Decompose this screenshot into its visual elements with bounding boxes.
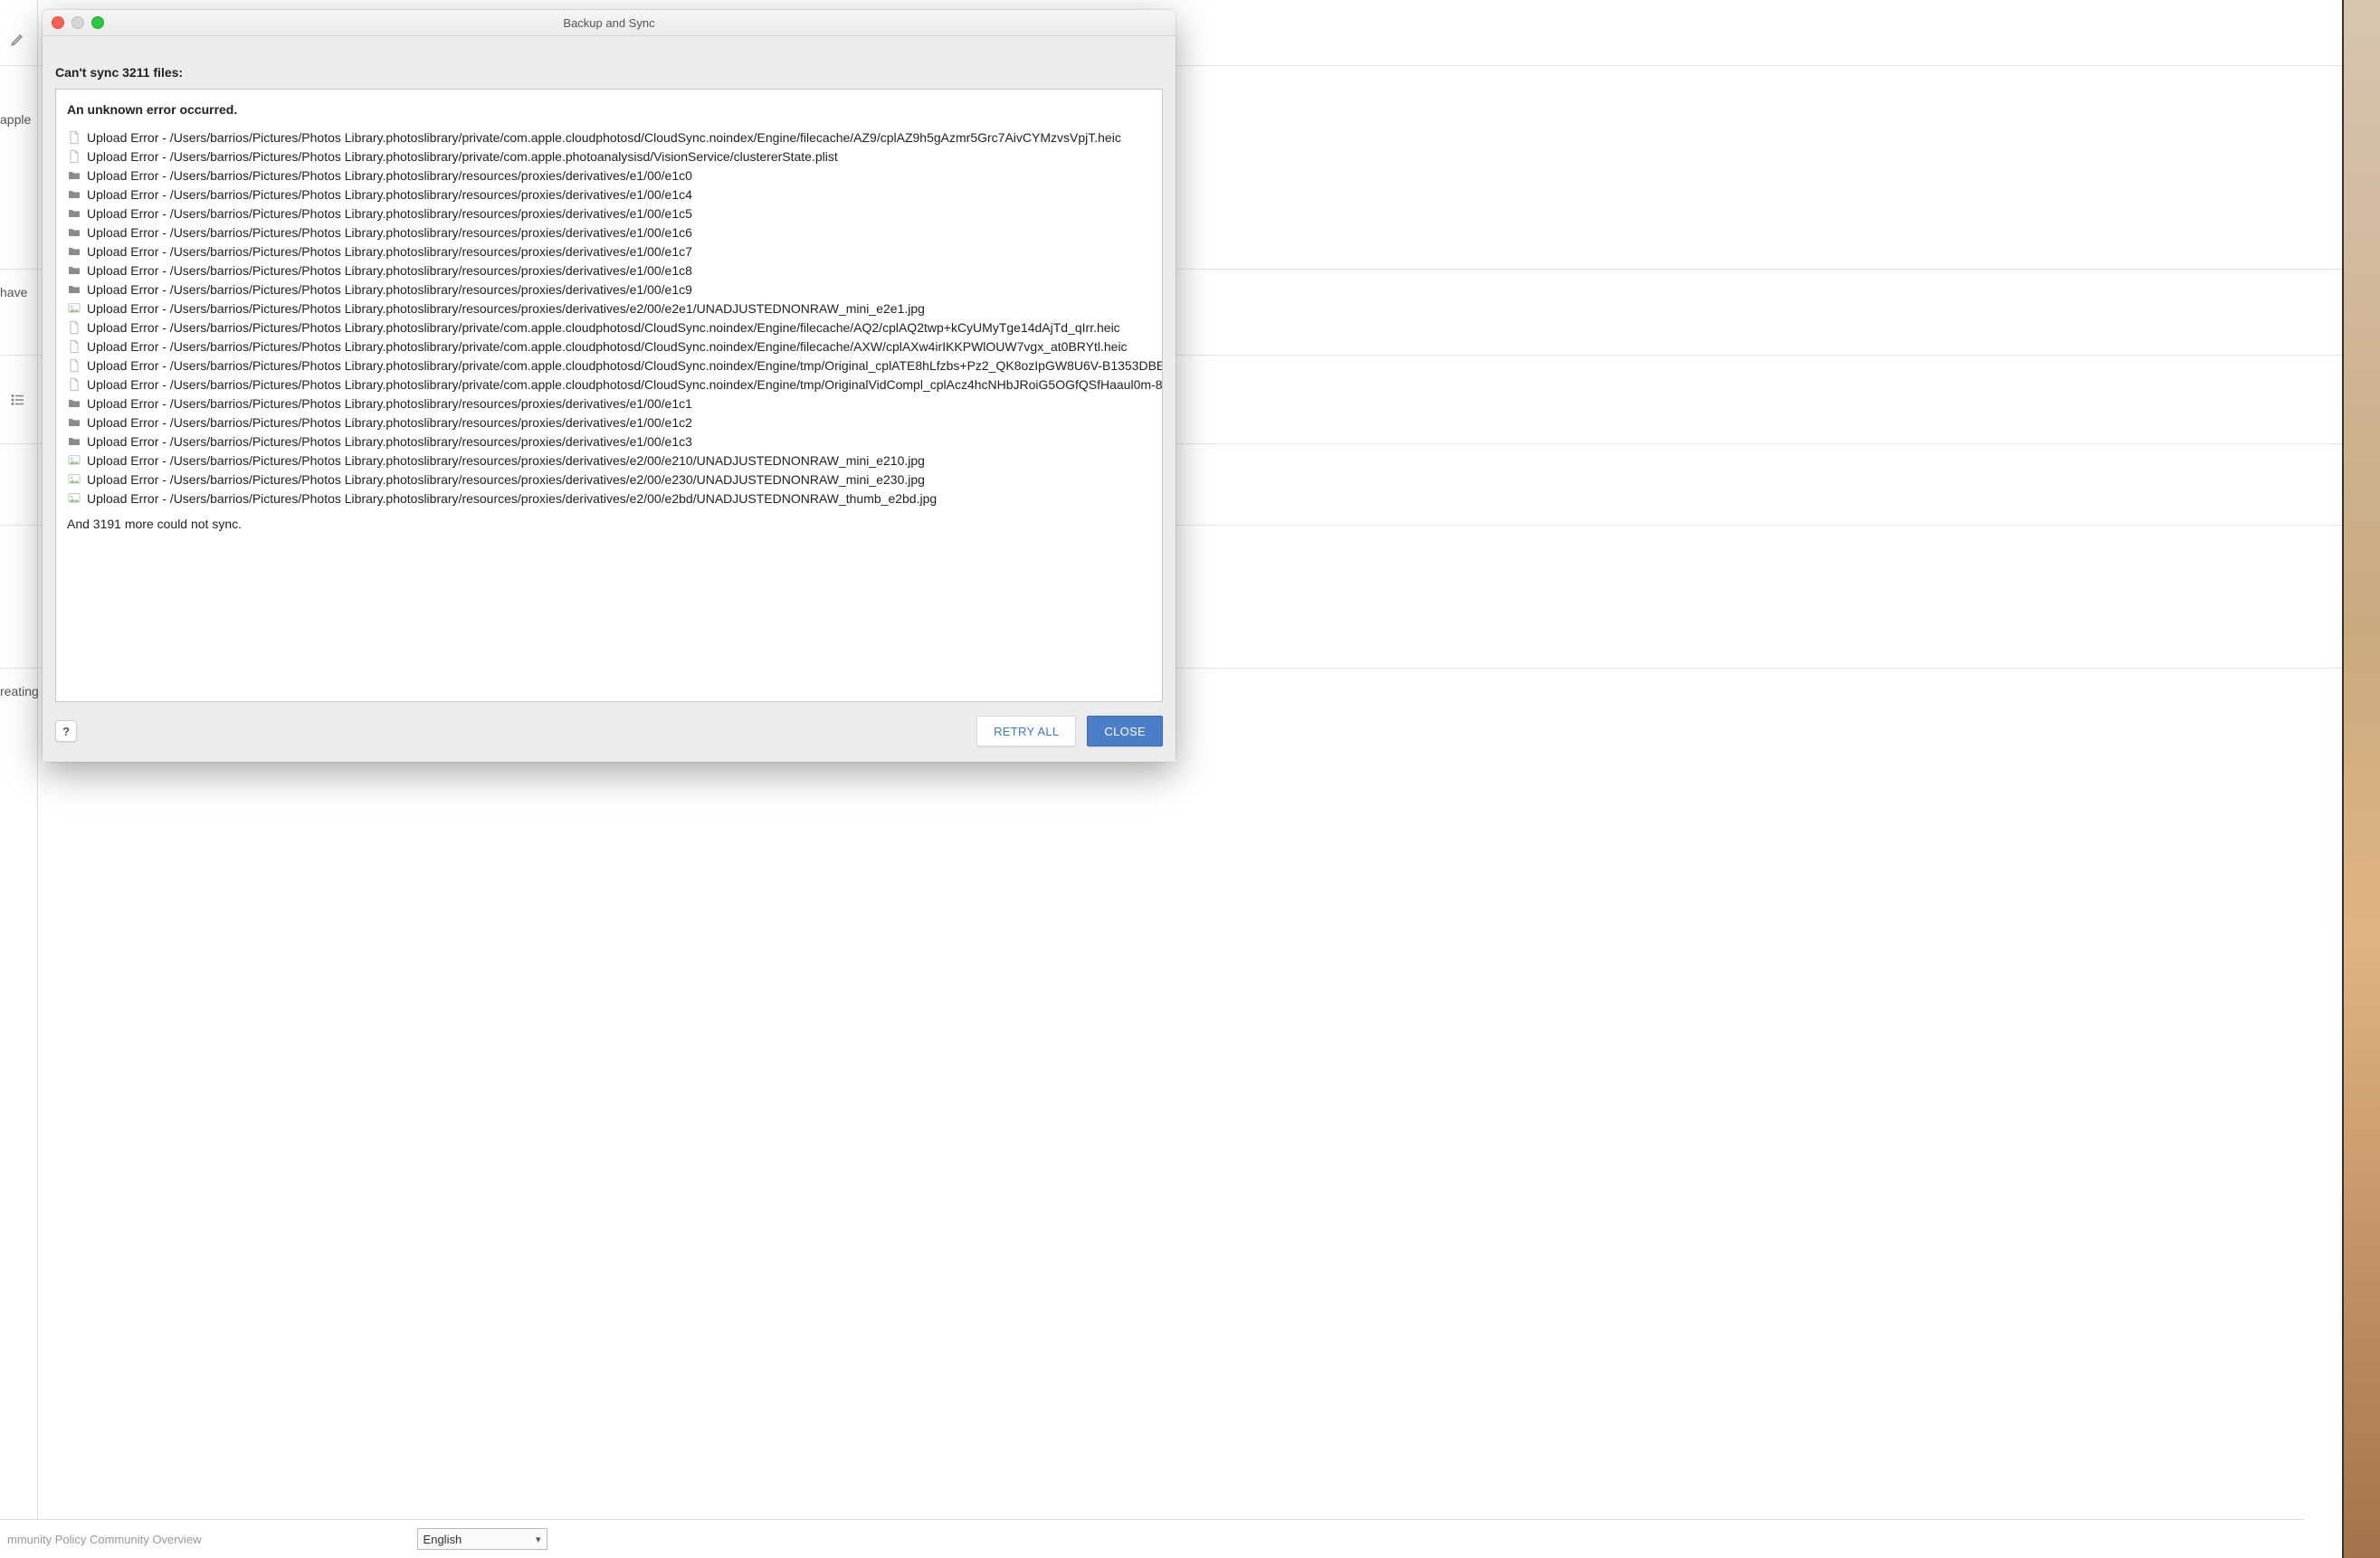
minimize-window-button[interactable] [71, 16, 84, 29]
dialog-button-row: ? RETRY ALL CLOSE [55, 702, 1163, 753]
window-controls [43, 16, 104, 29]
window-title: Backup and Sync [43, 16, 1176, 30]
help-button[interactable]: ? [55, 720, 77, 742]
folder-icon [67, 434, 81, 449]
language-select[interactable]: English [417, 1528, 547, 1550]
more-errors-text: And 3191 more could not sync. [67, 517, 1151, 531]
error-row-text: Upload Error - /Users/barrios/Pictures/P… [87, 377, 1162, 392]
pencil-icon [10, 31, 26, 50]
error-row-text: Upload Error - /Users/barrios/Pictures/P… [87, 244, 692, 259]
error-row-text: Upload Error - /Users/barrios/Pictures/P… [87, 320, 1120, 335]
error-row[interactable]: Upload Error - /Users/barrios/Pictures/P… [67, 470, 1151, 489]
error-row-text: Upload Error - /Users/barrios/Pictures/P… [87, 263, 692, 278]
window-edge-shadow [2342, 0, 2344, 1558]
document-icon [67, 358, 81, 373]
error-row[interactable]: Upload Error - /Users/barrios/Pictures/P… [67, 299, 1151, 318]
error-row-text: Upload Error - /Users/barrios/Pictures/P… [87, 149, 838, 164]
close-button-label: CLOSE [1104, 725, 1146, 738]
image-file-icon [67, 453, 81, 468]
language-select-value: English [424, 1533, 462, 1546]
close-window-button[interactable] [52, 16, 64, 29]
error-row-text: Upload Error - /Users/barrios/Pictures/P… [87, 206, 692, 221]
bg-text-fragment: apple [0, 112, 31, 127]
error-row[interactable]: Upload Error - /Users/barrios/Pictures/P… [67, 451, 1151, 470]
error-row[interactable]: Upload Error - /Users/barrios/Pictures/P… [67, 375, 1151, 394]
error-category-heading: An unknown error occurred. [67, 102, 1151, 117]
error-row[interactable]: Upload Error - /Users/barrios/Pictures/P… [67, 356, 1151, 375]
error-row[interactable]: Upload Error - /Users/barrios/Pictures/P… [67, 489, 1151, 508]
error-row-text: Upload Error - /Users/barrios/Pictures/P… [87, 415, 692, 430]
document-icon [67, 130, 81, 145]
error-row-text: Upload Error - /Users/barrios/Pictures/P… [87, 491, 937, 506]
document-icon [67, 320, 81, 335]
error-row[interactable]: Upload Error - /Users/barrios/Pictures/P… [67, 204, 1151, 223]
bg-footer-text: mmunity Policy Community Overview [7, 1533, 202, 1546]
folder-icon [67, 187, 81, 202]
error-list: Upload Error - /Users/barrios/Pictures/P… [67, 128, 1151, 508]
dialog-body: Can't sync 3211 files: An unknown error … [43, 36, 1176, 762]
retry-all-button-label: RETRY ALL [994, 725, 1059, 738]
bg-text-fragment: reating [0, 684, 39, 698]
error-row[interactable]: Upload Error - /Users/barrios/Pictures/P… [67, 318, 1151, 337]
background-footer: mmunity Policy Community Overview Englis… [0, 1519, 2304, 1558]
sync-error-dialog: Backup and Sync Can't sync 3211 files: A… [43, 10, 1176, 762]
error-row[interactable]: Upload Error - /Users/barrios/Pictures/P… [67, 261, 1151, 280]
folder-icon [67, 263, 81, 278]
error-row[interactable]: Upload Error - /Users/barrios/Pictures/P… [67, 223, 1151, 242]
folder-icon [67, 282, 81, 297]
image-file-icon [67, 472, 81, 487]
folder-icon [67, 244, 81, 259]
background-sidebar [0, 0, 38, 1558]
error-row-text: Upload Error - /Users/barrios/Pictures/P… [87, 130, 1121, 145]
error-row-text: Upload Error - /Users/barrios/Pictures/P… [87, 301, 925, 316]
error-row-text: Upload Error - /Users/barrios/Pictures/P… [87, 168, 692, 183]
retry-all-button[interactable]: RETRY ALL [976, 716, 1076, 746]
titlebar[interactable]: Backup and Sync [43, 10, 1176, 36]
folder-icon [67, 206, 81, 221]
help-button-label: ? [62, 725, 70, 738]
error-row[interactable]: Upload Error - /Users/barrios/Pictures/P… [67, 394, 1151, 413]
bg-text-fragment: have [0, 285, 27, 299]
list-icon [10, 392, 26, 411]
error-row-text: Upload Error - /Users/barrios/Pictures/P… [87, 434, 692, 449]
error-row-text: Upload Error - /Users/barrios/Pictures/P… [87, 339, 1128, 354]
error-row-text: Upload Error - /Users/barrios/Pictures/P… [87, 282, 692, 297]
error-row[interactable]: Upload Error - /Users/barrios/Pictures/P… [67, 280, 1151, 299]
error-row-text: Upload Error - /Users/barrios/Pictures/P… [87, 453, 925, 468]
folder-icon [67, 396, 81, 411]
error-row[interactable]: Upload Error - /Users/barrios/Pictures/P… [67, 242, 1151, 261]
sync-summary-heading: Can't sync 3211 files: [55, 65, 1163, 80]
error-row[interactable]: Upload Error - /Users/barrios/Pictures/P… [67, 166, 1151, 185]
folder-icon [67, 225, 81, 240]
folder-icon [67, 168, 81, 183]
error-scroll-area[interactable]: An unknown error occurred. Upload Error … [55, 89, 1163, 702]
document-icon [67, 377, 81, 392]
desktop-wallpaper-strip [2344, 0, 2380, 1558]
document-icon [67, 339, 81, 354]
folder-icon [67, 415, 81, 430]
error-row-text: Upload Error - /Users/barrios/Pictures/P… [87, 358, 1163, 373]
error-row-text: Upload Error - /Users/barrios/Pictures/P… [87, 225, 692, 240]
image-file-icon [67, 301, 81, 316]
error-row[interactable]: Upload Error - /Users/barrios/Pictures/P… [67, 337, 1151, 356]
image-file-icon [67, 491, 81, 506]
error-row[interactable]: Upload Error - /Users/barrios/Pictures/P… [67, 413, 1151, 432]
close-button[interactable]: CLOSE [1087, 716, 1163, 746]
error-row-text: Upload Error - /Users/barrios/Pictures/P… [87, 396, 692, 411]
error-row[interactable]: Upload Error - /Users/barrios/Pictures/P… [67, 147, 1151, 166]
error-row[interactable]: Upload Error - /Users/barrios/Pictures/P… [67, 128, 1151, 147]
zoom-window-button[interactable] [91, 16, 104, 29]
document-icon [67, 149, 81, 164]
error-row-text: Upload Error - /Users/barrios/Pictures/P… [87, 187, 692, 202]
error-row[interactable]: Upload Error - /Users/barrios/Pictures/P… [67, 185, 1151, 204]
error-row-text: Upload Error - /Users/barrios/Pictures/P… [87, 472, 925, 487]
error-row[interactable]: Upload Error - /Users/barrios/Pictures/P… [67, 432, 1151, 451]
